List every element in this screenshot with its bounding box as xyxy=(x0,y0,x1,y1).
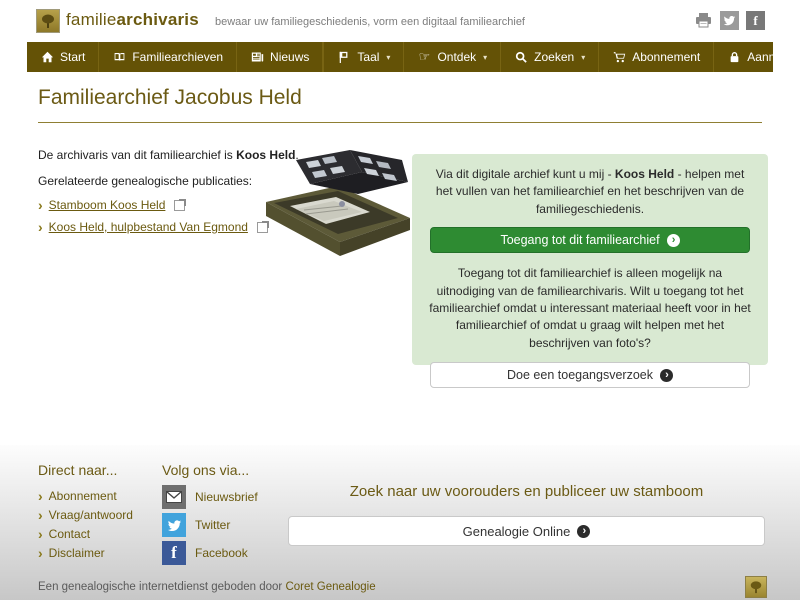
panel-archivist-name: Koos Held xyxy=(614,167,675,181)
tree-icon xyxy=(750,581,762,594)
footer-credit-text: Een genealogische internetdienst geboden… xyxy=(38,581,286,593)
publication-link-stamboom[interactable]: Stamboom Koos Held xyxy=(49,198,166,212)
arrow-circle-icon: › xyxy=(666,233,680,247)
arrow-circle-icon: › xyxy=(577,524,591,538)
chevron-right-icon: › xyxy=(38,197,43,213)
nav-item-label: Start xyxy=(60,50,86,64)
genealogie-online-button-label: Genealogie Online xyxy=(462,523,571,539)
nav-left-group: Start Familiearchieven Nieuws xyxy=(27,42,324,72)
access-archive-button[interactable]: Toegang tot dit familiearchief › xyxy=(430,227,750,254)
footer-direct-heading: Direct naar... xyxy=(38,462,118,478)
nav-item-label: Taal xyxy=(357,50,380,64)
chevron-right-icon: › xyxy=(38,526,43,542)
nav-item-label: Aanmelden xyxy=(747,50,800,64)
cart-icon xyxy=(612,51,626,63)
footer-credit: Een genealogische internetdienst geboden… xyxy=(38,581,376,593)
coret-tree-badge[interactable] xyxy=(745,576,767,598)
footer-link-label: Abonnement xyxy=(48,489,117,503)
nav-item-abonnement[interactable]: Abonnement xyxy=(598,42,713,72)
panel-intro: Via dit digitale archief kunt u mij - Ko… xyxy=(428,166,752,218)
chevron-down-icon: ▾ xyxy=(581,52,586,62)
social-label: Facebook xyxy=(195,546,248,560)
tree-icon xyxy=(42,14,54,28)
book-icon xyxy=(112,51,126,63)
twitter-icon[interactable] xyxy=(720,11,739,30)
publication-link-row: › Stamboom Koos Held xyxy=(38,197,187,213)
brand-regular: familie xyxy=(66,10,117,29)
newsletter-icon xyxy=(162,485,186,509)
archive-box-photo xyxy=(266,150,410,256)
footer-link-contact[interactable]: › Contact xyxy=(38,527,90,541)
publication-link-row: › Koos Held, hulpbestand Van Egmond xyxy=(38,219,269,235)
nav-item-start[interactable]: Start xyxy=(27,42,100,72)
footer-link-label: Vraag/antwoord xyxy=(48,508,133,522)
nav-item-label: Ontdek xyxy=(437,50,477,64)
nav-item-label: Zoeken xyxy=(534,50,575,64)
nav-item-zoeken[interactable]: Zoeken ▾ xyxy=(500,42,598,72)
footer-link-abonnement[interactable]: › Abonnement xyxy=(38,489,117,503)
print-icon[interactable] xyxy=(694,11,713,30)
home-icon xyxy=(40,51,54,63)
chevron-right-icon: › xyxy=(38,545,43,561)
footer-twitter-link[interactable]: Twitter xyxy=(162,513,230,537)
facebook-icon[interactable]: f xyxy=(746,11,765,30)
nav-item-nieuws[interactable]: Nieuws xyxy=(237,42,324,72)
access-request-button-label: Doe een toegangsverzoek xyxy=(507,368,653,383)
chevron-right-icon: › xyxy=(38,219,43,235)
panel-intro-prefix: Via dit digitale archief kunt u mij - xyxy=(435,167,615,181)
footer-link-label: Disclaimer xyxy=(48,546,105,560)
nav-item-taal[interactable]: Taal ▾ xyxy=(323,42,403,72)
site-tagline: bewaar uw familiegeschiedenis, vorm een … xyxy=(215,16,525,28)
genealogie-online-button[interactable]: Genealogie Online › xyxy=(288,516,765,546)
footer-link-vraag-antwoord[interactable]: › Vraag/antwoord xyxy=(38,508,133,522)
intro-prefix: De archivaris van dit familiearchief is xyxy=(38,148,237,162)
lock-icon xyxy=(727,51,741,63)
nav-item-aanmelden[interactable]: Aanmelden ▾ xyxy=(713,42,800,72)
nav-item-label: Familiearchieven xyxy=(132,50,224,64)
publications-label: Gerelateerde genealogische publicaties: xyxy=(38,174,253,188)
panel-request-text: Toegang tot dit familiearchief is alleen… xyxy=(429,266,751,350)
chevron-right-icon: › xyxy=(38,488,43,504)
social-label: Twitter xyxy=(195,518,231,532)
facebook-icon: f xyxy=(162,541,186,565)
nav-item-ontdek[interactable]: ☞ Ontdek ▾ xyxy=(403,42,500,72)
footer-promo-heading: Zoek naar uw voorouders en publiceer uw … xyxy=(349,483,704,500)
access-archive-button-label: Toegang tot dit familiearchief xyxy=(500,233,660,248)
publication-link-hulpbestand[interactable]: Koos Held, hulpbestand Van Egmond xyxy=(49,220,248,234)
access-panel: Via dit digitale archief kunt u mij - Ko… xyxy=(412,154,768,389)
chevron-right-icon: › xyxy=(38,507,43,523)
footer-newsletter-link[interactable]: Nieuwsbrief xyxy=(162,485,258,509)
hand-icon: ☞ xyxy=(418,49,431,64)
page-title: Familiearchief Jacobus Held xyxy=(38,86,302,109)
external-link-icon xyxy=(174,198,187,211)
access-request-button[interactable]: Doe een toegangsverzoek › xyxy=(430,362,750,389)
title-divider xyxy=(38,122,762,123)
header-share-icons: f xyxy=(694,11,765,30)
brand-name[interactable]: familiearchivaris xyxy=(66,10,199,30)
chevron-down-icon: ▾ xyxy=(483,52,488,62)
coret-genealogie-link[interactable]: Coret Genealogie xyxy=(285,581,375,593)
nav-item-familiearchieven[interactable]: Familiearchieven xyxy=(99,42,238,72)
main-navigation: Start Familiearchieven Nieuws Taal ▾ ☞ O… xyxy=(27,42,800,72)
footer-link-disclaimer[interactable]: › Disclaimer xyxy=(38,546,105,560)
site-logo[interactable] xyxy=(36,9,60,33)
footer-link-label: Contact xyxy=(48,527,91,541)
arrow-circle-icon: › xyxy=(659,368,673,382)
search-icon xyxy=(514,51,528,63)
language-icon xyxy=(337,51,351,63)
nav-item-label: Abonnement xyxy=(632,50,701,64)
brand-bold: archivaris xyxy=(116,10,199,29)
nav-right-group: Taal ▾ ☞ Ontdek ▾ Zoeken ▾ Abonnement Aa… xyxy=(323,42,800,72)
chevron-down-icon: ▾ xyxy=(386,52,391,62)
footer-facebook-link[interactable]: f Facebook xyxy=(162,541,248,565)
news-icon xyxy=(250,51,264,63)
footer-follow-heading: Volg ons via... xyxy=(162,462,250,478)
twitter-icon xyxy=(162,513,186,537)
social-label: Nieuwsbrief xyxy=(195,490,258,504)
nav-item-label: Nieuws xyxy=(270,50,310,64)
